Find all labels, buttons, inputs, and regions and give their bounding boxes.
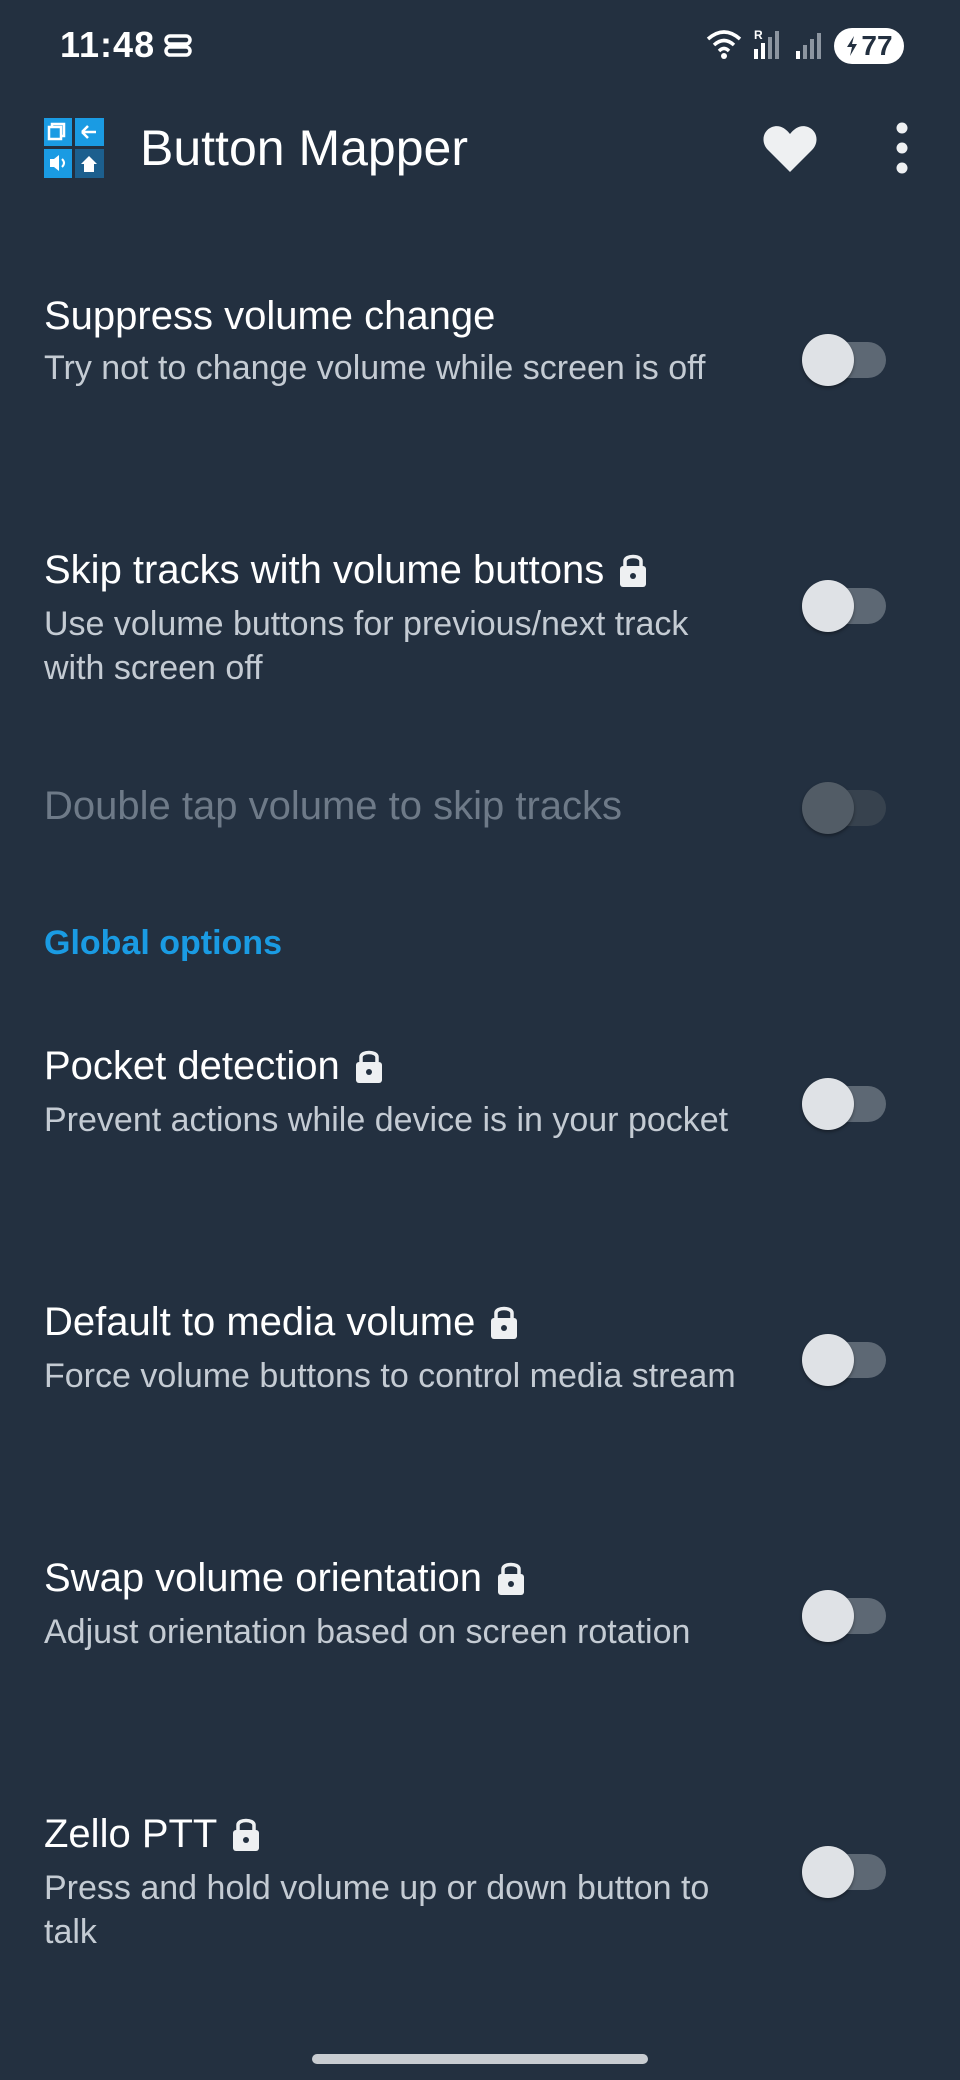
toggle-thumb <box>802 1334 854 1386</box>
toggle-thumb <box>802 1078 854 1130</box>
setting-suppress-volume-change[interactable]: Suppress volume change Try not to change… <box>0 280 960 460</box>
status-time: 11:48 <box>60 24 156 65</box>
toggle-thumb <box>802 782 854 834</box>
setting-title: Pocket detection <box>44 1042 384 1090</box>
toggle-switch[interactable] <box>800 1332 890 1388</box>
status-indicators: R 77 <box>706 26 904 66</box>
setting-title-text: Default to media volume <box>44 1300 476 1344</box>
setting-summary: Adjust orientation based on screen rotat… <box>44 1613 691 1651</box>
setting-summary: Force volume buttons to control media st… <box>44 1357 736 1395</box>
setting-title-text: Suppress volume change <box>44 294 496 338</box>
setting-double-tap-skip: Double tap volume to skip tracks <box>0 776 960 856</box>
status-bar: 11:48 R 77 <box>0 0 960 92</box>
setting-zello-ptt[interactable]: Zello PTT Press and hold volume up or do… <box>0 1800 960 1980</box>
wifi-icon <box>706 27 742 66</box>
gesture-nav-handle[interactable] <box>312 2054 648 2064</box>
svg-text:R: R <box>754 28 763 42</box>
setting-swap-volume-orientation[interactable]: Swap volume orientation Adjust orientati… <box>0 1544 960 1724</box>
setting-title-text: Swap volume orientation <box>44 1556 483 1600</box>
notification-icon <box>164 34 192 63</box>
toggle-switch <box>800 780 890 836</box>
toggle-switch[interactable] <box>800 578 890 634</box>
lock-icon <box>355 1050 382 1083</box>
toggle-switch[interactable] <box>800 332 890 388</box>
toggle-switch[interactable] <box>800 1844 890 1900</box>
setting-skip-tracks[interactable]: Skip tracks with volume buttons Use volu… <box>0 536 960 716</box>
signal-r-icon: R <box>752 27 784 66</box>
setting-title-text: Pocket detection <box>44 1044 340 1088</box>
setting-summary: Prevent actions while device is in your … <box>44 1101 729 1139</box>
section-header-global-options: Global options <box>44 924 282 962</box>
charging-icon <box>847 36 858 56</box>
setting-summary: Use volume buttons for previous/next tra… <box>44 605 689 687</box>
setting-pocket-detection[interactable]: Pocket detection Prevent actions while d… <box>0 1032 960 1212</box>
setting-title: Swap volume orientation <box>44 1554 526 1602</box>
signal-icon <box>794 27 824 66</box>
battery-indicator: 77 <box>834 28 904 64</box>
app-title: Button Mapper <box>140 120 468 176</box>
setting-title: Skip tracks with volume buttons <box>44 546 648 594</box>
setting-title: Double tap volume to skip tracks <box>44 782 622 830</box>
setting-title: Suppress volume change <box>44 292 495 340</box>
lock-icon <box>491 1306 518 1339</box>
toggle-switch[interactable] <box>800 1588 890 1644</box>
toggle-thumb <box>802 334 854 386</box>
setting-summary: Press and hold volume up or down button … <box>44 1869 710 1951</box>
setting-title-text: Zello PTT <box>44 1812 218 1856</box>
toggle-thumb <box>802 1846 854 1898</box>
app-logo-icon <box>44 118 104 178</box>
setting-title-text: Double tap volume to skip tracks <box>44 784 623 828</box>
more-vert-icon[interactable] <box>880 116 924 180</box>
setting-title: Default to media volume <box>44 1298 519 1346</box>
lock-icon <box>498 1562 525 1595</box>
toggle-thumb <box>802 580 854 632</box>
app-bar: Button Mapper <box>0 92 960 204</box>
lock-icon <box>233 1818 260 1851</box>
toggle-switch[interactable] <box>800 1076 890 1132</box>
setting-title-text: Skip tracks with volume buttons <box>44 548 605 592</box>
battery-level: 77 <box>861 30 893 61</box>
setting-summary: Try not to change volume while screen is… <box>44 349 706 387</box>
setting-default-media-volume[interactable]: Default to media volume Force volume but… <box>0 1288 960 1468</box>
heart-icon[interactable] <box>760 118 820 178</box>
setting-title: Zello PTT <box>44 1810 261 1858</box>
lock-icon <box>620 554 647 587</box>
toggle-thumb <box>802 1590 854 1642</box>
